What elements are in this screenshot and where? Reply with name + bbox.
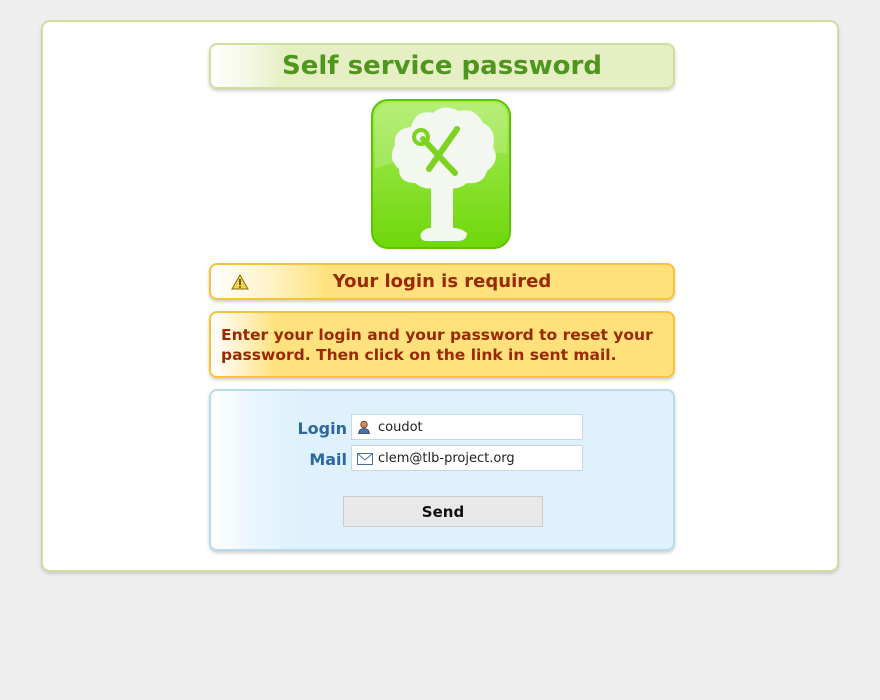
login-label: Login	[297, 419, 347, 438]
help-text: Enter your login and your password to re…	[221, 326, 653, 364]
alert-box: Your login is required	[209, 263, 675, 300]
help-box: Enter your login and your password to re…	[209, 311, 675, 378]
tree-tools-icon	[371, 99, 511, 249]
login-field[interactable]: coudot	[351, 414, 583, 440]
envelope-icon	[357, 453, 373, 465]
login-value: coudot	[378, 419, 423, 435]
send-button[interactable]: Send	[343, 496, 543, 527]
mail-label: Mail	[309, 450, 347, 469]
mail-field[interactable]: clem@tlb-project.org	[351, 445, 583, 471]
user-icon	[358, 420, 370, 434]
alert-text: Your login is required	[332, 271, 552, 292]
mail-value: clem@tlb-project.org	[378, 450, 515, 466]
main-panel: Self service password Your login is requ…	[41, 20, 839, 572]
reset-form: Login coudot Mail clem@tlb-project.org S…	[209, 389, 675, 551]
page-title-box: Self service password	[209, 43, 675, 89]
warning-icon	[231, 274, 249, 290]
page-title: Self service password	[282, 51, 602, 81]
